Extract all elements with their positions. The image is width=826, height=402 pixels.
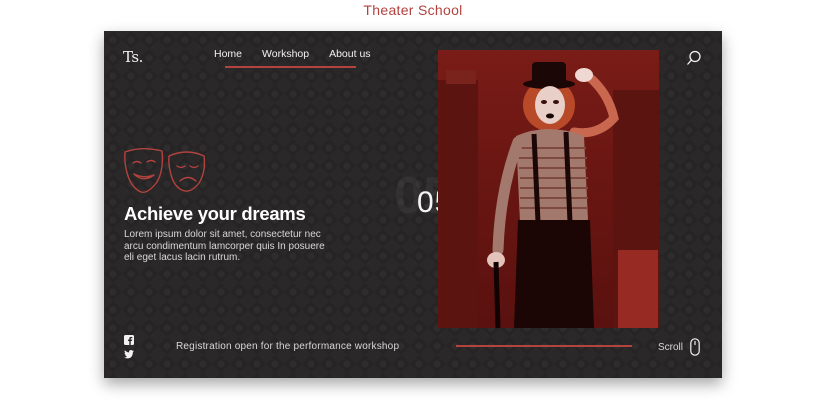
hero-frame: Ts. Home Workshop About us Achieve your …	[104, 31, 722, 378]
facebook-icon[interactable]	[124, 332, 134, 345]
hero-headline: Achieve your dreams	[124, 203, 306, 224]
social-links	[124, 332, 136, 360]
search-icon[interactable]	[686, 50, 702, 66]
nav-workshop[interactable]: Workshop	[262, 48, 309, 60]
twitter-icon[interactable]	[124, 346, 134, 359]
page-caption: Theater School	[363, 2, 463, 18]
nav-home[interactable]: Home	[214, 48, 242, 60]
hero-photo	[438, 50, 659, 328]
slide-progress-bar	[456, 345, 632, 347]
scroll-label[interactable]: Scroll	[658, 342, 683, 353]
slide-progress-fill	[456, 345, 632, 347]
theater-masks-icon	[124, 148, 206, 193]
hero-body: Lorem ipsum dolor sit amet, consectetur …	[124, 229, 325, 264]
mime-illustration	[438, 62, 659, 328]
logo[interactable]: Ts.	[123, 48, 143, 66]
registration-notice[interactable]: Registration open for the performance wo…	[176, 341, 399, 352]
main-nav: Home Workshop About us	[214, 48, 391, 60]
nav-underline	[225, 66, 356, 68]
nav-about-us[interactable]: About us	[329, 48, 370, 60]
mouse-scroll-icon[interactable]	[690, 338, 700, 356]
